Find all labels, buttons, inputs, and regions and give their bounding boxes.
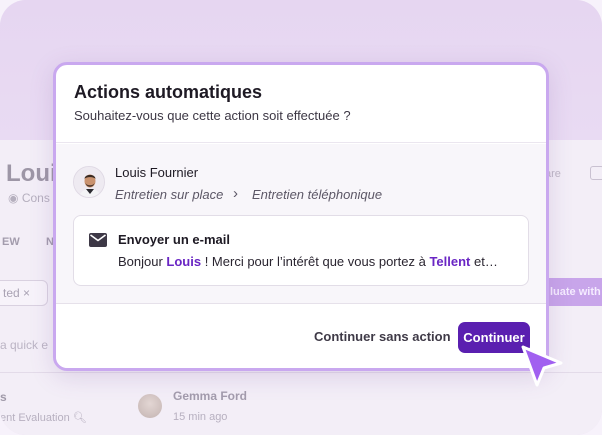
email-preview-candidate: Louis: [166, 254, 202, 269]
background-contact-time: 15 min ago: [173, 411, 228, 423]
dialog-footer: Continuer sans action Continuer: [56, 305, 546, 368]
stage-to: Entretien téléphonique: [252, 187, 383, 202]
background-tab-overview: EW: [2, 236, 20, 248]
background-filter-chip: ted ×: [0, 280, 48, 306]
email-action-card: Envoyer un e-mail Bonjour Louis ! Merci …: [73, 215, 529, 286]
email-action-title: Envoyer un e-mail: [118, 232, 230, 247]
cursor-pointer-icon: [521, 345, 563, 387]
background-contact-avatar: [138, 394, 162, 418]
stage-from: Entretien sur place: [115, 187, 224, 202]
background-candidate-name: Loui: [6, 160, 57, 187]
email-preview: Bonjour Louis ! Merci pour l’intérêt que…: [118, 254, 498, 269]
automatic-actions-dialog: Actions automatiques Souhaitez-vous que …: [53, 62, 549, 371]
dialog-body: Louis Fournier Entretien sur place › Ent…: [56, 144, 546, 304]
background-user-icon: ◉: [8, 191, 22, 205]
background-candidate-sub: ◉ Cons: [8, 191, 50, 205]
candidate-avatar: [73, 166, 105, 198]
envelope-icon: [89, 233, 107, 247]
candidate-name: Louis Fournier: [115, 165, 199, 180]
dialog-subtitle: Souhaitez-vous que cette action soit eff…: [74, 108, 351, 123]
background-evaluate-button: luate with: [540, 278, 602, 306]
dialog-header: Actions automatiques Souhaitez-vous que …: [56, 65, 546, 143]
background-search-input: a quick e: [0, 338, 49, 352]
chevron-right-icon: ›: [233, 185, 238, 202]
background-divider: [0, 372, 602, 373]
dialog-title: Actions automatiques: [74, 82, 263, 102]
email-preview-company: Tellent: [429, 254, 471, 269]
background-row-sub: ent Evaluation 🔍︎: [0, 412, 87, 424]
background-contact-name: Gemma Ford: [173, 389, 248, 403]
background-chip-close-icon: ×: [23, 286, 31, 300]
continue-without-action-button[interactable]: Continuer sans action: [314, 329, 451, 344]
background-row-title: s: [0, 390, 7, 404]
candidate-photo-icon: [74, 167, 104, 197]
background-magnifier-icon: 🔍︎: [72, 412, 87, 424]
background-checkbox: [590, 166, 602, 180]
